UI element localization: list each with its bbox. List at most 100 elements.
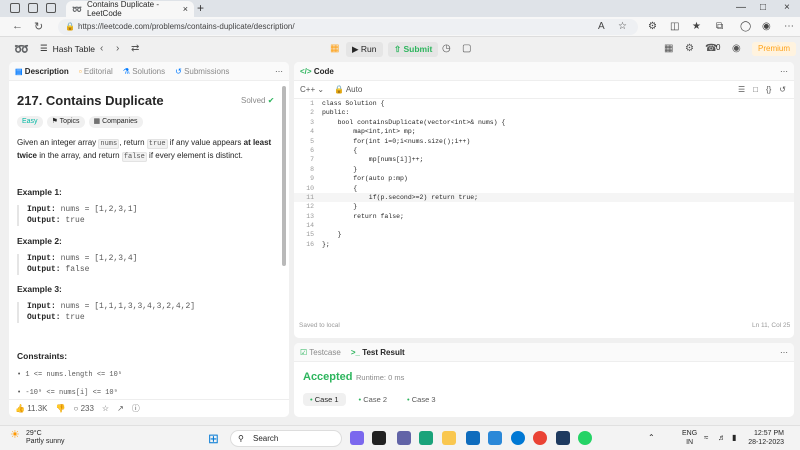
close-tab-icon[interactable]: × (183, 4, 188, 14)
refresh-icon[interactable]: ↻ (34, 20, 43, 33)
auto-mode[interactable]: 🔒 Auto (334, 85, 362, 94)
next-problem-icon[interactable]: › (116, 43, 119, 54)
case-tab[interactable]: • Case 2 (352, 393, 395, 406)
minimize-icon[interactable]: — (736, 2, 746, 13)
url-field[interactable]: 🔒 https://leetcode.com/problems/contains… (58, 19, 638, 35)
browser-essentials-icon[interactable]: ◯ (740, 21, 751, 32)
debug-icon[interactable]: ▦ (330, 43, 339, 54)
task-view-icon[interactable] (372, 431, 386, 445)
result-more-icon[interactable]: ⋯ (780, 348, 788, 357)
battery-icon[interactable]: ▮ (732, 433, 736, 442)
widgets-icon[interactable] (350, 431, 364, 445)
tab-editorial-label: Editorial (83, 66, 113, 76)
new-tab-button[interactable]: + (197, 1, 204, 15)
dislike-button[interactable]: 👎 (56, 404, 66, 413)
companies-tag[interactable]: ▦ Companies (88, 116, 143, 128)
tab-code[interactable]: </> Code (300, 67, 334, 76)
layout-icon[interactable]: ▦ (664, 43, 673, 54)
code-text: class Solution { (322, 100, 385, 107)
tab-description[interactable]: ▤ Description (15, 67, 69, 76)
file-explorer-icon[interactable] (442, 431, 456, 445)
code-text: { (322, 146, 358, 154)
vscode-icon[interactable] (511, 431, 525, 445)
language-select[interactable]: C++ ⌄ (300, 85, 324, 94)
avatar[interactable]: ◉ (732, 43, 741, 54)
tab-submissions[interactable]: ↺ Submissions (175, 67, 229, 76)
format-icon[interactable]: ☰ (738, 85, 745, 94)
extensions-icon[interactable]: ⚙ (648, 21, 657, 32)
premium-button[interactable]: Premium (752, 42, 797, 56)
code-line: 12 } (306, 203, 358, 211)
settings-icon[interactable]: ⚙ (685, 43, 694, 54)
back-icon[interactable]: ← (12, 20, 23, 32)
tab-editorial[interactable]: ▫ Editorial (79, 67, 113, 76)
teams-icon[interactable] (397, 431, 411, 445)
copilot-icon[interactable]: ◉ (762, 21, 771, 32)
lock-icon: ▦ (93, 118, 101, 125)
windows-start-icon[interactable]: ⊞ (208, 431, 219, 447)
tab-solutions[interactable]: ⚗ Solutions (123, 67, 165, 76)
example-heading: Example 3: (17, 284, 62, 294)
browser-tab[interactable]: ➿ Contains Duplicate - LeetCode × (66, 0, 194, 18)
braces-icon[interactable]: {} (766, 85, 771, 94)
maximize-icon[interactable]: □ (760, 2, 766, 13)
prev-problem-icon[interactable]: ‹ (100, 43, 103, 54)
editor-more-icon[interactable]: ⋯ (780, 67, 788, 76)
case-tab[interactable]: • Case 3 (400, 393, 443, 406)
clock[interactable]: 12:57 PM 28-12-2023 (748, 429, 784, 447)
shuffle-icon[interactable]: ⇄ (131, 43, 139, 54)
share-icon[interactable]: ↗ (117, 404, 124, 413)
example-output: true (65, 215, 85, 225)
profile-icon[interactable] (10, 3, 20, 13)
language-indicator[interactable]: ENG IN (682, 429, 697, 447)
collections-icon[interactable]: ⧉ (716, 21, 723, 32)
bookmark-icon[interactable]: □ (753, 85, 758, 94)
more-icon[interactable]: ⋯ (784, 21, 794, 32)
store-icon[interactable] (466, 431, 480, 445)
workspaces-icon[interactable] (28, 3, 38, 13)
tab-test-result[interactable]: >_ Test Result (351, 348, 405, 357)
description-scrollbar[interactable] (282, 86, 286, 266)
saved-status: Saved to local (299, 322, 340, 329)
tab-testcase[interactable]: ☑ Testcase (300, 348, 341, 357)
split-screen-icon[interactable]: ◫ (670, 21, 679, 32)
comments-button[interactable]: ○ 233 (73, 404, 93, 413)
run-button[interactable]: ▶ Run (346, 42, 383, 57)
code-text: if(p.second>=2) return true; (322, 193, 479, 201)
code-line: 16}; (306, 240, 330, 248)
wifi-icon[interactable]: ≈ (704, 433, 708, 442)
notes-icon[interactable]: ▢ (462, 43, 471, 54)
timer-icon[interactable]: ◷ (442, 43, 451, 54)
chrome-icon[interactable] (533, 431, 547, 445)
terminal-app-icon[interactable] (556, 431, 570, 445)
weather-widget[interactable]: ☀ 29°C Partly sunny (10, 430, 65, 446)
read-aloud-icon[interactable]: A (598, 21, 605, 32)
edge-icon[interactable] (419, 431, 433, 445)
problem-list-button[interactable]: ☰ Hash Table (40, 43, 95, 54)
code-area[interactable]: 1 class Solution { 2 public: 3 bool contai… (294, 99, 794, 249)
favorite-icon[interactable]: ☆ (618, 21, 627, 32)
close-window-icon[interactable]: × (784, 2, 790, 13)
submit-button[interactable]: ⇧ Submit (388, 42, 439, 57)
taskbar-search[interactable]: ⚲ Search (230, 430, 342, 447)
topics-label: Topics (59, 118, 80, 125)
case-tab[interactable]: • Case 1 (303, 393, 346, 406)
help-icon[interactable]: ⓘ (132, 403, 140, 414)
input-label: Input: (27, 205, 56, 214)
tab-actions-icon[interactable] (46, 3, 56, 13)
favorite-star-icon[interactable]: ☆ (102, 404, 109, 413)
case-label: Case 3 (411, 395, 436, 404)
tab-code-label: Code (313, 66, 334, 76)
leetcode-logo-icon[interactable]: ➿ (14, 42, 29, 56)
system-tray[interactable]: ⌃ (648, 433, 655, 442)
like-button[interactable]: 👍 11.3K (15, 404, 48, 413)
volume-icon[interactable]: ♬ (718, 433, 726, 442)
example-input: nums = [1,1,1,3,3,4,3,2,4,2] (60, 302, 196, 311)
whatsapp-icon[interactable] (578, 431, 592, 445)
panel-more-icon[interactable]: ⋯ (275, 67, 283, 76)
editor-toolbar: C++ ⌄ 🔒 Auto ☰ □ {} ↺ (294, 81, 794, 99)
topics-tag[interactable]: ⚑ Topics (46, 116, 85, 128)
favorites-icon[interactable]: ★ (692, 21, 701, 32)
app-icon[interactable] (488, 431, 502, 445)
reset-icon[interactable]: ↺ (779, 85, 786, 94)
